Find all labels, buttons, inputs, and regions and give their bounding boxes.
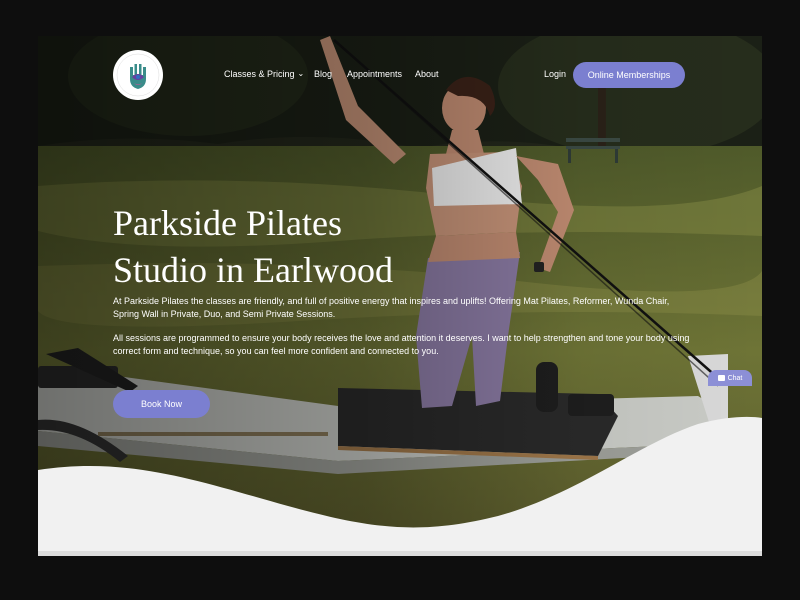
- nav-item-classes-pricing[interactable]: Classes & Pricing ⌄: [224, 69, 304, 79]
- hamsa-hand-icon: [116, 53, 160, 97]
- chat-bubble-icon: [717, 375, 725, 381]
- nav-item-about[interactable]: About: [415, 69, 439, 79]
- nav-item-appointments[interactable]: Appointments: [347, 69, 402, 79]
- book-now-button[interactable]: Book Now: [113, 390, 210, 418]
- chat-widget-button[interactable]: Chat: [708, 370, 752, 386]
- online-memberships-button[interactable]: Online Memberships: [573, 62, 685, 88]
- chevron-down-icon: ⌄: [297, 69, 305, 78]
- chat-label: Chat: [727, 374, 743, 382]
- hero-title-line-2: Studio in Earlwood: [113, 250, 393, 290]
- hero-title: Parkside Pilates Studio in Earlwood: [113, 200, 473, 294]
- hero-intro-paragraph: At Parkside Pilates the classes are frie…: [113, 296, 670, 319]
- hero-title-line-1: Parkside Pilates: [113, 203, 342, 243]
- nav-item-label: Classes & Pricing: [224, 69, 295, 79]
- brand-logo[interactable]: [113, 50, 163, 100]
- login-link[interactable]: Login: [544, 69, 566, 79]
- nav-item-blog[interactable]: Blog: [314, 69, 332, 79]
- browser-viewport: Classes & Pricing ⌄ Blog Appointments Abo…: [38, 36, 762, 556]
- hero-description-paragraph: All sessions are programmed to ensure yo…: [113, 333, 690, 356]
